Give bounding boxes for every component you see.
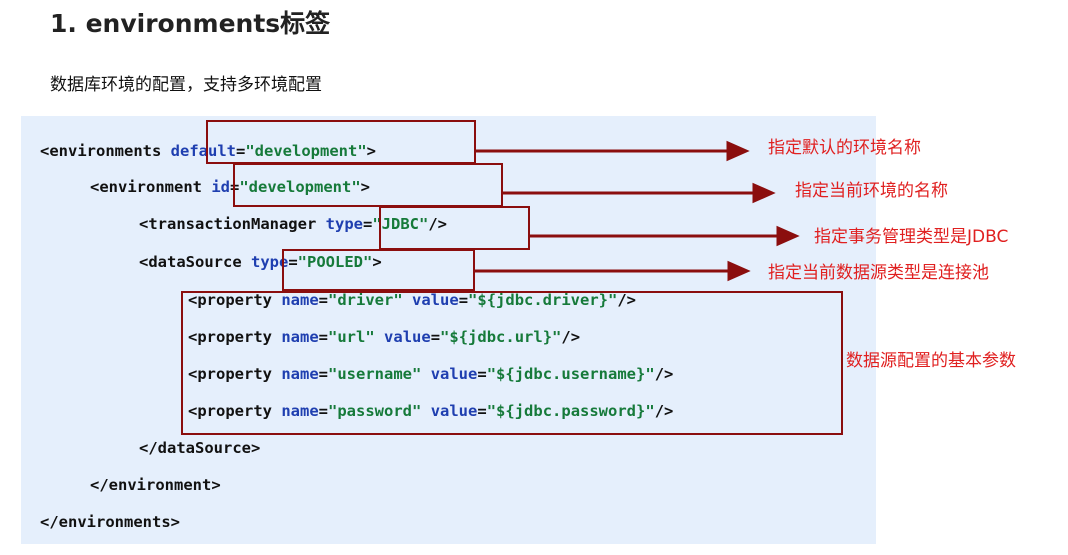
annotation-params: 数据源配置的基本参数 (846, 351, 1016, 371)
arrow-default-head (726, 140, 750, 162)
annotation-datasource: 指定当前数据源类型是连接池 (768, 263, 989, 283)
annotation-current-env: 指定当前环境的名称 (795, 181, 948, 201)
arrow-datasource-head (727, 260, 751, 282)
annotation-default-env: 指定默认的环境名称 (768, 138, 921, 158)
arrow-transaction-head (776, 225, 800, 247)
arrow-id-head (752, 182, 776, 204)
annotation-transaction: 指定事务管理类型是JDBC (814, 227, 1009, 247)
